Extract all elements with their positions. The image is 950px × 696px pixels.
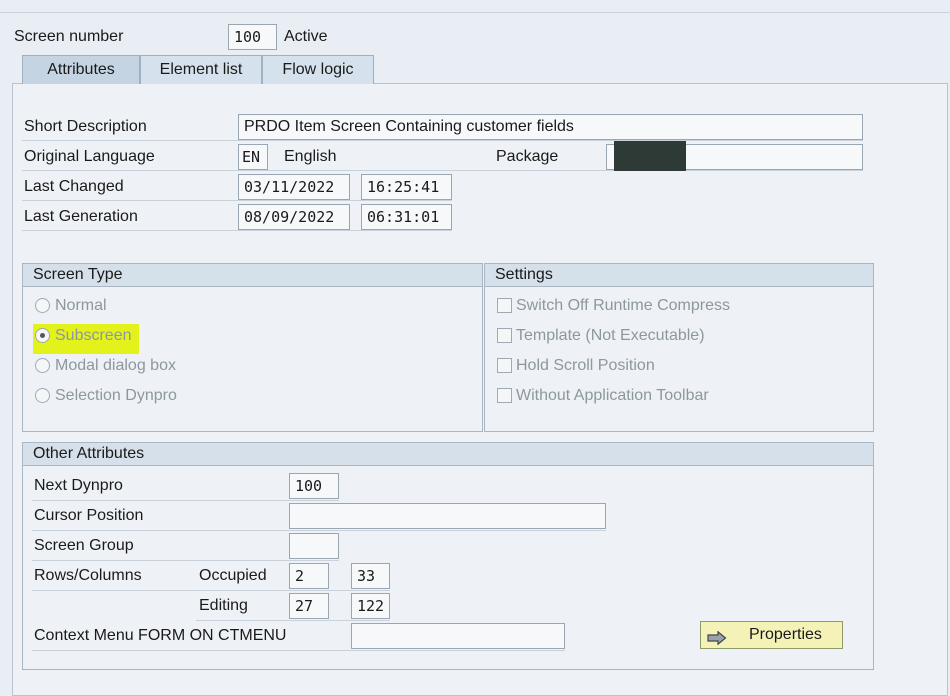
- next-dynpro-label: Next Dynpro: [34, 477, 123, 494]
- radio-selection-dynpro-label: Selection Dynpro: [55, 387, 177, 404]
- last-generation-time-field[interactable]: 06:31:01: [361, 204, 452, 230]
- row-divider: [22, 200, 452, 201]
- row-divider: [22, 140, 863, 141]
- radio-selection-dynpro[interactable]: [35, 388, 50, 403]
- screen-group-label: Screen Group: [34, 537, 134, 554]
- screen-number-label: Screen number: [14, 28, 124, 45]
- short-description-field[interactable]: PRDO Item Screen Containing customer fie…: [238, 114, 863, 140]
- screen-number-field[interactable]: 100: [228, 24, 277, 50]
- last-generation-date-field[interactable]: 08/09/2022: [238, 204, 350, 230]
- editing-label: Editing: [199, 597, 248, 614]
- radio-modal-dialog-box[interactable]: [35, 358, 50, 373]
- cursor-position-label: Cursor Position: [34, 507, 144, 524]
- checkbox-without-application-toolbar-label: Without Application Toolbar: [516, 387, 709, 404]
- occupied-rows-field[interactable]: 2: [289, 563, 329, 589]
- radio-normal-label: Normal: [55, 297, 107, 314]
- cursor-position-field[interactable]: [289, 503, 606, 529]
- other-attributes-title: Other Attributes: [23, 443, 873, 466]
- short-description-label: Short Description: [24, 118, 147, 135]
- last-changed-date-field[interactable]: 03/11/2022: [238, 174, 350, 200]
- row-divider: [32, 500, 339, 501]
- settings-title: Settings: [485, 264, 873, 287]
- next-dynpro-field[interactable]: 100: [289, 473, 339, 499]
- last-generation-label: Last Generation: [24, 208, 138, 225]
- tab-flow-logic[interactable]: Flow logic: [262, 55, 374, 84]
- row-divider: [22, 170, 863, 171]
- checkbox-template-not-executable-label: Template (Not Executable): [516, 327, 705, 344]
- radio-subscreen-label: Subscreen: [55, 327, 132, 344]
- rows-columns-label: Rows/Columns: [34, 567, 142, 584]
- radio-normal[interactable]: [35, 298, 50, 313]
- properties-button-label: Properties: [749, 626, 822, 643]
- row-divider: [32, 560, 339, 561]
- redaction-mark: [614, 141, 686, 171]
- screen-type-title: Screen Type: [23, 264, 482, 287]
- row-divider: [196, 620, 390, 621]
- last-changed-label: Last Changed: [24, 178, 124, 195]
- screen-status: Active: [284, 28, 328, 45]
- original-language-label: Original Language: [24, 148, 155, 165]
- occupied-label: Occupied: [199, 567, 267, 584]
- tab-element-list[interactable]: Element list: [140, 55, 262, 84]
- tab-attributes[interactable]: Attributes: [22, 55, 140, 84]
- editing-columns-field[interactable]: 122: [351, 593, 390, 619]
- checkbox-switch-off-runtime-compress-label: Switch Off Runtime Compress: [516, 297, 730, 314]
- language-name: English: [284, 148, 337, 165]
- screen-group-field[interactable]: [289, 533, 339, 559]
- row-divider: [32, 650, 565, 651]
- occupied-columns-field[interactable]: 33: [351, 563, 390, 589]
- properties-button[interactable]: Properties: [700, 621, 843, 649]
- top-divider: [0, 12, 950, 13]
- checkbox-hold-scroll-position[interactable]: [497, 358, 512, 373]
- radio-modal-dialog-box-label: Modal dialog box: [55, 357, 176, 374]
- radio-subscreen[interactable]: [35, 328, 50, 343]
- row-divider: [32, 530, 606, 531]
- arrow-right-icon: [707, 628, 727, 646]
- checkbox-template-not-executable[interactable]: [497, 328, 512, 343]
- package-label: Package: [496, 148, 559, 165]
- row-divider: [22, 230, 452, 231]
- row-divider: [32, 590, 390, 591]
- last-changed-time-field[interactable]: 16:25:41: [361, 174, 452, 200]
- context-menu-field[interactable]: [351, 623, 565, 649]
- language-code-field[interactable]: EN: [238, 144, 268, 170]
- editing-rows-field[interactable]: 27: [289, 593, 329, 619]
- checkbox-without-application-toolbar[interactable]: [497, 388, 512, 403]
- checkbox-hold-scroll-position-label: Hold Scroll Position: [516, 357, 655, 374]
- checkbox-switch-off-runtime-compress[interactable]: [497, 298, 512, 313]
- context-menu-label: Context Menu FORM ON CTMENU: [34, 627, 287, 644]
